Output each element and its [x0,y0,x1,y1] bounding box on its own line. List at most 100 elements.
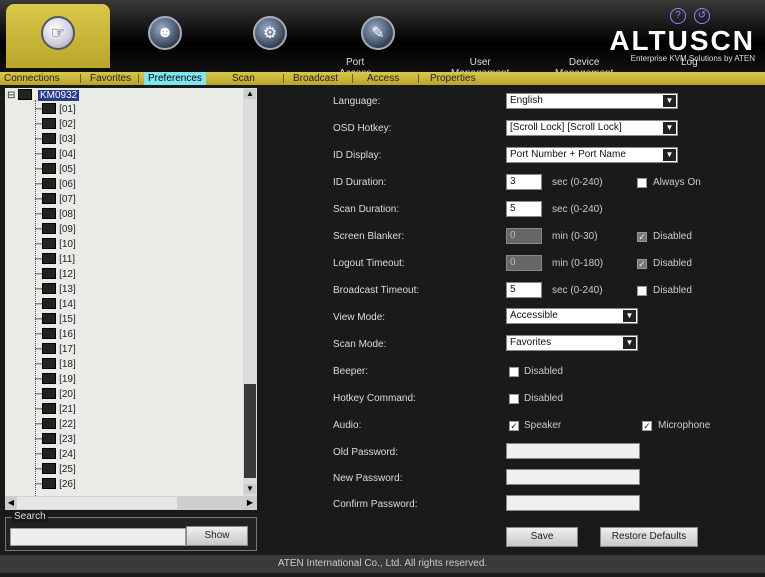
always-on-checkbox[interactable] [637,178,647,188]
tree-port-item[interactable]: ─ [20] [35,388,76,401]
nav-port-access[interactable]: ☞ Port Access [6,4,371,79]
scroll-left-icon[interactable]: ◀ [6,497,16,509]
tree-horizontal-scrollbar[interactable]: ◀ ▶ [5,496,257,510]
speaker-checkbox[interactable]: ✓ [509,421,519,431]
tree-port-item[interactable]: ─ [01] [35,103,76,116]
collapse-icon[interactable]: ⊟ [7,90,15,101]
tree-port-item[interactable]: ─ [07] [35,193,76,206]
tree-port-label: [10] [59,239,76,251]
tree-port-item[interactable]: ─ [11] [35,253,75,266]
screen-blanker-disabled-checkbox[interactable]: ✓ [637,232,647,242]
tree-port-item[interactable]: ─ [18] [35,358,76,371]
computer-icon [42,478,57,489]
scan-duration-input[interactable]: 5 [506,201,542,217]
scroll-thumb[interactable] [17,497,177,509]
tree-port-item[interactable]: ─ [16] [35,328,76,341]
tree-port-item[interactable]: ─ [15] [35,313,76,326]
logout-icon[interactable]: ↺ [694,8,710,24]
scroll-up-icon[interactable]: ▲ [244,89,256,99]
broadcast-timeout-disabled-label: Disabled [653,285,692,296]
logout-timeout-input[interactable]: 0 [506,255,542,271]
broadcast-timeout-disabled-checkbox[interactable] [637,286,647,296]
tree-root[interactable]: ⊟ KM0932 [7,89,80,102]
microphone-checkbox[interactable]: ✓ [642,421,652,431]
scan-mode-select[interactable]: Favorites ▼ [506,335,638,351]
tree-port-item[interactable]: ─ [09] [35,223,76,236]
new-password-label: New Password: [333,473,403,484]
help-icon[interactable]: ? [670,8,686,24]
show-button[interactable]: Show [186,526,248,546]
tree-port-item[interactable]: ─ [06] [35,178,76,191]
tree-port-item[interactable]: ─ [13] [35,283,76,296]
scan-duration-label: Scan Duration: [333,204,400,215]
submenu-favorites[interactable]: Favorites [90,72,131,85]
broadcast-timeout-input[interactable]: 5 [506,282,542,298]
tree-port-label: [13] [59,284,76,296]
tree-vertical-scrollbar[interactable]: ▲ ▼ [243,88,257,496]
nav-log[interactable]: ✎ Log [348,4,698,68]
tree-branch: ─ [35,104,43,116]
scroll-right-icon[interactable]: ▶ [245,497,255,509]
submenu-connections[interactable]: Connections [4,72,60,85]
submenu-access[interactable]: Access [367,72,399,85]
tree-port-item[interactable]: ─ [22] [35,418,76,431]
computer-icon [42,388,57,399]
tree-port-item[interactable]: ─ [02] [35,118,76,131]
tree-port-label: [20] [59,389,76,401]
scroll-thumb[interactable] [244,384,256,478]
submenu-preferences[interactable]: Preferences [144,72,206,85]
computer-icon [42,373,57,384]
screen-blanker-input[interactable]: 0 [506,228,542,244]
tree-port-item[interactable]: ─ [12] [35,268,76,281]
new-password-field[interactable] [506,469,640,485]
logout-timeout-label: Logout Timeout: [333,258,405,269]
tree-port-item[interactable]: ─ [24] [35,448,76,461]
brand-logo: ALTUSCN Enterprise KVM Solutions by ATEN [609,27,755,64]
hotkey-command-disabled-checkbox[interactable] [509,394,519,404]
screen-blanker-disabled-label: Disabled [653,231,692,242]
view-mode-select[interactable]: Accessible ▼ [506,308,638,324]
tree-port-item[interactable]: ─ [25] [35,463,76,476]
tree-port-item[interactable]: ─ [19] [35,373,76,386]
save-button[interactable]: Save [506,527,578,547]
computer-icon [42,268,57,279]
tree-port-item[interactable]: ─ [21] [35,403,76,416]
tree-branch: ─ [35,419,43,431]
beeper-label: Beeper: [333,366,369,377]
tree-port-label: [06] [59,179,76,191]
nav-user-management[interactable]: ☻ User Management [118,4,509,79]
submenu-properties[interactable]: Properties [430,72,476,85]
tree-port-item[interactable]: ─ [04] [35,148,76,161]
nav-device-management[interactable]: ⚙ Device Management [222,4,613,79]
restore-defaults-button[interactable]: Restore Defaults [600,527,698,547]
old-password-field[interactable] [506,443,640,459]
scroll-down-icon[interactable]: ▼ [244,484,256,494]
beeper-disabled-checkbox[interactable] [509,367,519,377]
logout-timeout-disabled-checkbox[interactable]: ✓ [637,259,647,269]
tree-port-item[interactable]: ─ [03] [35,133,76,146]
tree-port-item[interactable]: ─ [26] [35,478,76,491]
tree-port-item[interactable]: ─ [23] [35,433,76,446]
search-input[interactable] [10,528,186,546]
tree-port-item[interactable]: ─ [05] [35,163,76,176]
chevron-down-icon: ▼ [623,337,636,349]
tree-port-label: [03] [59,134,76,146]
tree-port-item[interactable]: ─ [10] [35,238,76,251]
id-display-select[interactable]: Port Number + Port Name ▼ [506,147,678,163]
computer-icon [42,448,57,459]
osd-hotkey-select[interactable]: [Scroll Lock] [Scroll Lock] ▼ [506,120,678,136]
id-duration-input[interactable]: 3 [506,174,542,190]
confirm-password-field[interactable] [506,495,640,511]
submenu-broadcast[interactable]: Broadcast [293,72,338,85]
computer-icon [42,463,57,474]
scan-mode-value: Favorites [510,337,552,348]
submenu-scan[interactable]: Scan [232,72,255,85]
tree-port-item[interactable]: ─ [14] [35,298,76,311]
tree-branch: ─ [35,194,43,206]
broadcast-timeout-unit: sec (0-240) [552,285,603,296]
language-select[interactable]: English ▼ [506,93,678,109]
tree-port-item[interactable]: ─ [17] [35,343,76,356]
sub-menu: Connections Favorites Preferences Scan B… [0,72,765,85]
tree-port-item[interactable]: ─ [08] [35,208,76,221]
computer-icon [42,418,57,429]
